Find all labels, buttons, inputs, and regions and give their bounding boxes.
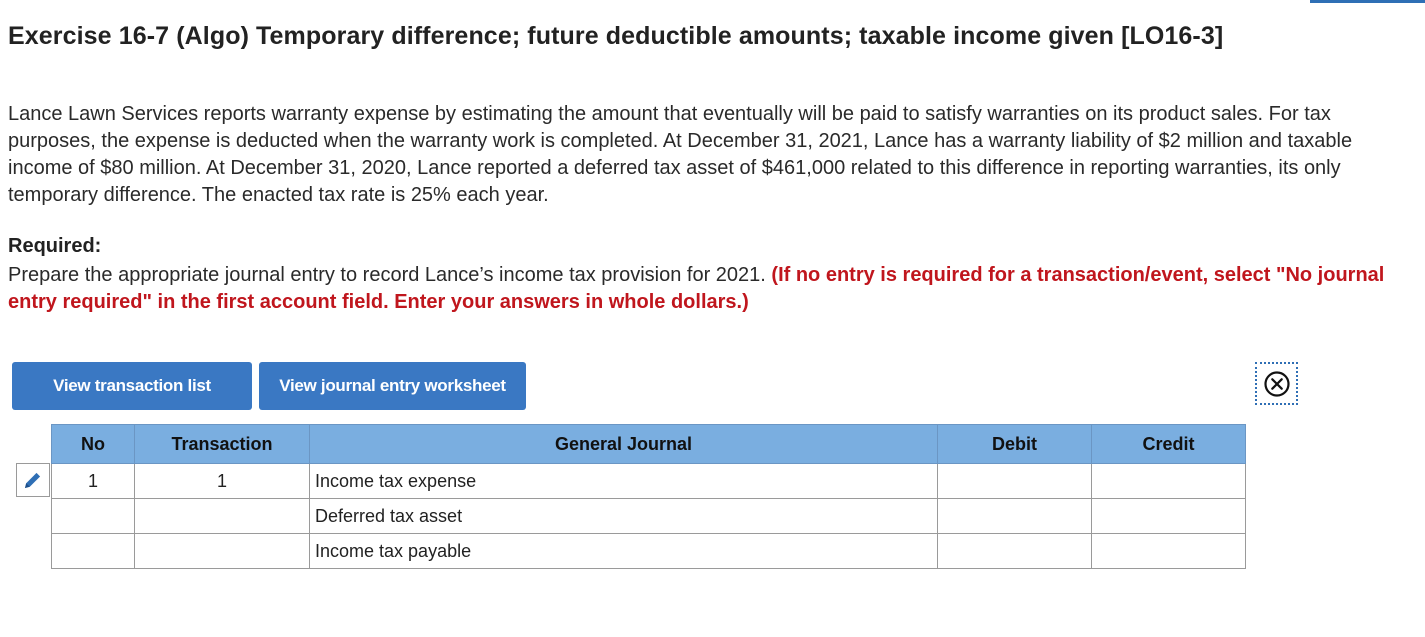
journal-header-row: No Transaction General Journal Debit Cre… [51, 424, 1246, 464]
credit-cell[interactable] [1091, 533, 1246, 569]
exercise-title: Exercise 16-7 (Algo) Temporary differenc… [8, 22, 1224, 50]
credit-cell[interactable] [1091, 463, 1246, 499]
table-row: 1 1 Income tax expense [51, 463, 1246, 499]
pencil-icon [25, 472, 41, 488]
row-transaction: 1 [134, 463, 310, 499]
header-debit: Debit [937, 424, 1092, 464]
debit-cell[interactable] [937, 533, 1092, 569]
row-no [51, 533, 135, 569]
debit-cell[interactable] [937, 498, 1092, 534]
edit-row-button[interactable] [16, 463, 50, 497]
instructions: Prepare the appropriate journal entry to… [8, 262, 1418, 316]
problem-statement: Lance Lawn Services reports warranty exp… [8, 103, 1353, 206]
header-transaction: Transaction [134, 424, 310, 464]
row-no: 1 [51, 463, 135, 499]
view-transaction-list-button[interactable]: View transaction list [12, 362, 252, 410]
close-button[interactable] [1255, 362, 1298, 405]
close-circle-icon [1263, 370, 1290, 397]
header-general-journal: General Journal [309, 424, 938, 464]
required-heading: Required: [8, 235, 102, 257]
account-cell[interactable]: Income tax expense [309, 463, 938, 499]
row-transaction [134, 533, 310, 569]
row-no [51, 498, 135, 534]
account-cell[interactable]: Income tax payable [309, 533, 938, 569]
top-accent-bar [1310, 0, 1425, 3]
header-no: No [51, 424, 135, 464]
credit-cell[interactable] [1091, 498, 1246, 534]
view-journal-entry-worksheet-button[interactable]: View journal entry worksheet [259, 362, 526, 410]
debit-cell[interactable] [937, 463, 1092, 499]
header-credit: Credit [1091, 424, 1246, 464]
journal-table: No Transaction General Journal Debit Cre… [51, 424, 1246, 569]
table-row: Income tax payable [51, 533, 1246, 569]
account-cell[interactable]: Deferred tax asset [309, 498, 938, 534]
row-transaction [134, 498, 310, 534]
table-row: Deferred tax asset [51, 498, 1246, 534]
instructions-text: Prepare the appropriate journal entry to… [8, 264, 766, 286]
